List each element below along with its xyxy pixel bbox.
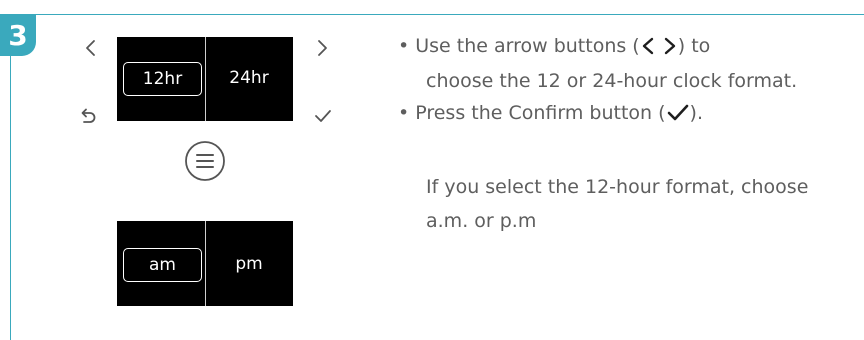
instruction-text: ).: [689, 102, 703, 124]
screen-divider: [205, 37, 206, 121]
frame-left-border: [10, 14, 11, 340]
instruction-text: Press the Confirm button (: [415, 102, 666, 124]
note-text: If you select the 12-hour format, choose…: [426, 170, 856, 238]
instruction-line: • Press the Confirm button ().: [398, 97, 860, 132]
chevron-right-icon[interactable]: [313, 38, 333, 58]
back-arrow-icon[interactable]: [76, 107, 100, 127]
option-am[interactable]: am: [123, 248, 202, 282]
option-pm[interactable]: pm: [209, 248, 289, 280]
bullet: •: [398, 102, 410, 124]
instruction-text: Use the arrow buttons (: [415, 35, 640, 57]
chevron-left-icon[interactable]: [80, 38, 100, 58]
instruction-text: ) to: [677, 35, 711, 57]
note-line: a.m. or p.m: [426, 210, 537, 232]
note-line: If you select the 12-hour format, choose: [426, 176, 809, 198]
ampm-screen: am pm: [117, 221, 293, 306]
frame-top-border: [10, 14, 864, 15]
checkmark-icon[interactable]: [312, 106, 334, 126]
checkmark-icon: [667, 100, 689, 132]
option-24hr[interactable]: 24hr: [209, 62, 289, 94]
option-12hr[interactable]: 12hr: [123, 62, 202, 96]
chevron-left-icon: [641, 33, 655, 65]
instruction-line: • Use the arrow buttons ( ) to: [398, 30, 860, 65]
menu-icon[interactable]: [184, 140, 226, 182]
screen-divider: [205, 221, 206, 306]
chevron-right-icon: [663, 33, 677, 65]
instructions: • Use the arrow buttons ( ) to choose the…: [398, 30, 860, 132]
bullet: •: [398, 35, 410, 57]
step-number-badge: 3: [0, 14, 36, 56]
instruction-line: choose the 12 or 24-hour clock format.: [426, 70, 798, 92]
clock-format-screen: 12hr 24hr: [117, 37, 293, 121]
